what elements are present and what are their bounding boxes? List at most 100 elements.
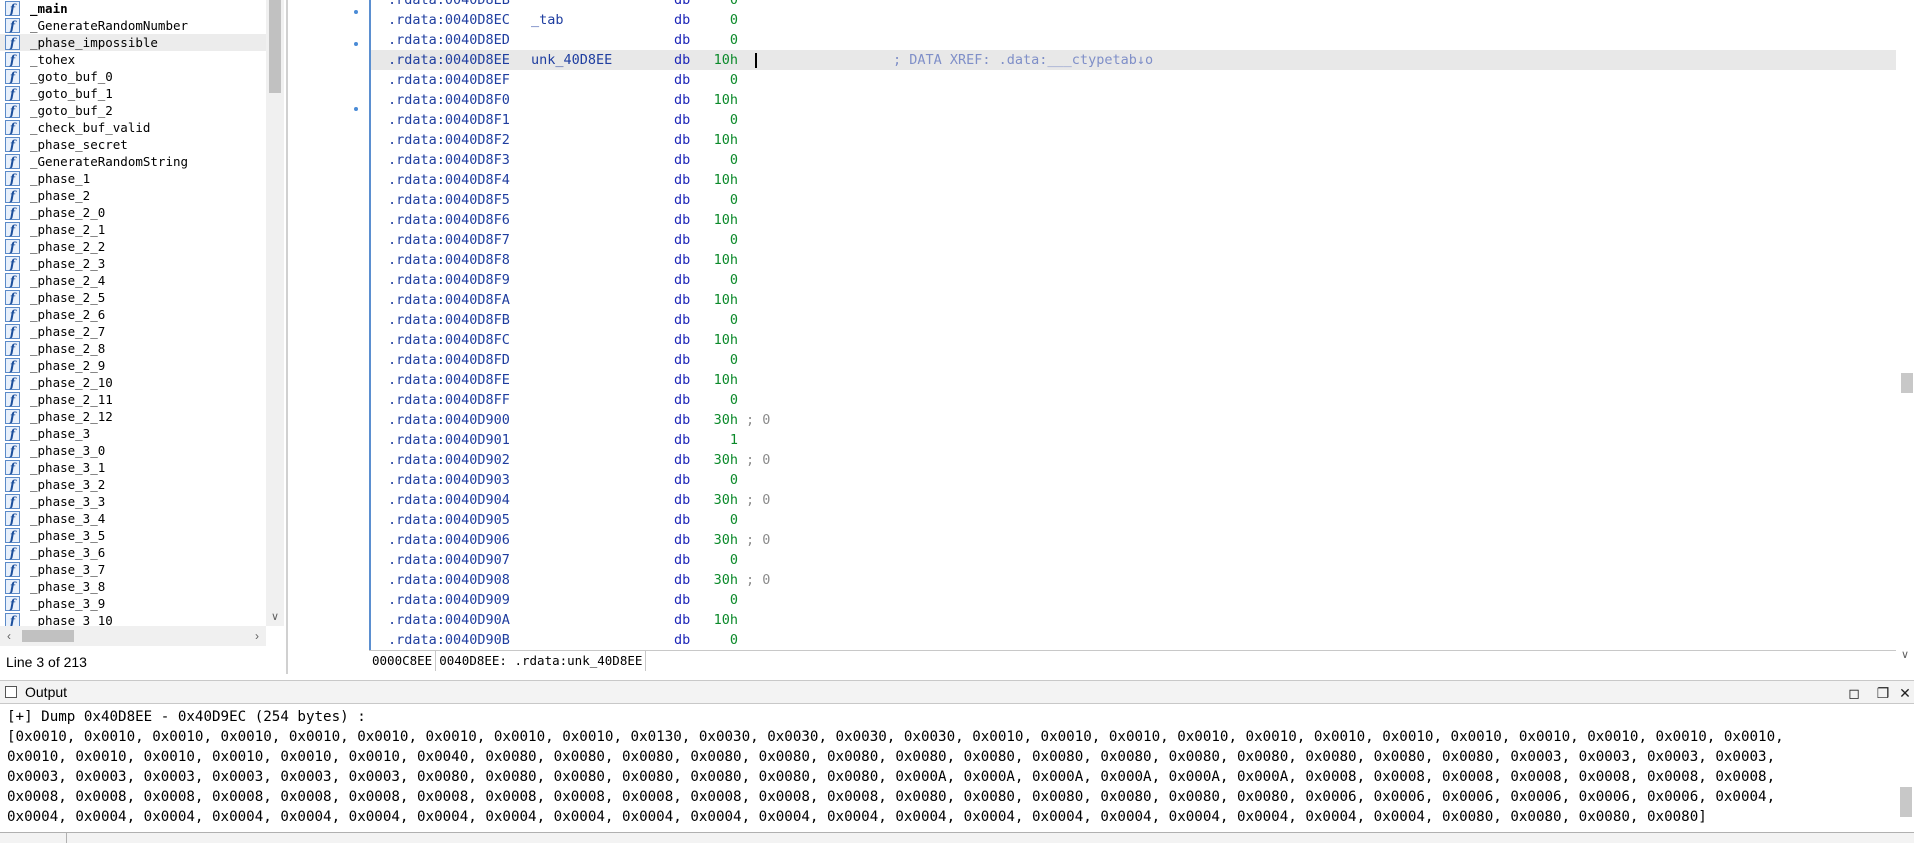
disassembly-line[interactable]: .rdata:0040D8FB db 0 xyxy=(388,310,738,330)
function-list-item[interactable]: f _phase_secret xyxy=(0,136,266,153)
disassembly-line[interactable]: .rdata:0040D8EC _tab db 0 xyxy=(388,10,738,30)
disassembly-line[interactable]: .rdata:0040D8FA db 10h xyxy=(388,290,738,310)
function-list-item[interactable]: f _phase_2_10 xyxy=(0,374,266,391)
disassembly-line[interactable]: .rdata:0040D909 db 0 xyxy=(388,590,738,610)
function-list-item[interactable]: f _phase_3_7 xyxy=(0,561,266,578)
output-vertical-scrollbar[interactable] xyxy=(1896,705,1914,831)
disassembly-line[interactable]: .rdata:0040D8EB db 0 xyxy=(388,0,738,10)
function-icon: f xyxy=(5,171,20,186)
function-list-item[interactable]: f _goto_buf_0 xyxy=(0,68,266,85)
disassembly-line[interactable]: .rdata:0040D902 db 30h ; 0 xyxy=(388,450,770,470)
scrollbar-thumb[interactable] xyxy=(22,630,74,642)
disassembly-line[interactable]: .rdata:0040D8F6 db 10h xyxy=(388,210,738,230)
disassembly-line[interactable]: .rdata:0040D8F2 db 10h xyxy=(388,130,738,150)
function-icon: f xyxy=(5,35,20,50)
function-list-item[interactable]: f _phase_3_6 xyxy=(0,544,266,561)
line-directive: db xyxy=(674,352,691,368)
disassembly-line[interactable]: .rdata:0040D8FD db 0 xyxy=(388,350,738,370)
disassembly-line[interactable]: .rdata:0040D8FF db 0 xyxy=(388,390,738,410)
function-list-horizontal-scrollbar[interactable]: ‹ › xyxy=(0,626,266,646)
line-directive: db xyxy=(674,0,691,8)
disassembly-line[interactable]: .rdata:0040D908 db 30h ; 0 xyxy=(388,570,770,590)
scrollbar-thumb[interactable] xyxy=(1900,787,1912,817)
panel-splitter[interactable] xyxy=(286,0,288,674)
function-list-item[interactable]: f _phase_2_3 xyxy=(0,255,266,272)
function-list-item[interactable]: f _phase_3_0 xyxy=(0,442,266,459)
function-list-item[interactable]: f _phase_3_4 xyxy=(0,510,266,527)
scroll-down-icon[interactable]: ∨ xyxy=(266,608,284,626)
disassembly-line[interactable]: .rdata:0040D8FC db 10h xyxy=(388,330,738,350)
scroll-left-icon[interactable]: ‹ xyxy=(0,626,18,646)
disassembly-line[interactable]: .rdata:0040D90A db 10h xyxy=(388,610,738,630)
disassembly-line[interactable]: .rdata:0040D907 db 0 xyxy=(388,550,738,570)
function-list-item[interactable]: f _goto_buf_2 xyxy=(0,102,266,119)
function-list-item[interactable]: f _phase_2_5 xyxy=(0,289,266,306)
function-name: _phase_2_4 xyxy=(30,273,106,288)
function-list-item[interactable]: f _goto_buf_1 xyxy=(0,85,266,102)
disassembly-view[interactable]: .rdata:0040D8EB db 0 .rdata:0040D8EC _tab db 0… xyxy=(369,0,1899,650)
function-list-item[interactable]: f _phase_2_12 xyxy=(0,408,266,425)
disassembly-line[interactable]: .rdata:0040D8EE unk_40D8EE db 10h ; DATA XRE… xyxy=(371,50,1899,70)
disassembly-line[interactable]: .rdata:0040D903 db 0 xyxy=(388,470,738,490)
function-list-item[interactable]: f _phase_2_0 xyxy=(0,204,266,221)
function-list-item[interactable]: f _tohex xyxy=(0,51,266,68)
disassembly-vertical-scrollbar[interactable]: ∨ xyxy=(1896,0,1914,670)
disassembly-line[interactable]: .rdata:0040D8F1 db 0 xyxy=(388,110,738,130)
function-list-item[interactable]: f _phase_3_2 xyxy=(0,476,266,493)
scrollbar-thumb[interactable] xyxy=(269,0,281,93)
disassembly-line[interactable]: .rdata:0040D901 db 1 xyxy=(388,430,738,450)
function-name: _phase_3_6 xyxy=(30,545,106,560)
function-list-item[interactable]: f _phase_3_8 xyxy=(0,578,266,595)
function-list-item[interactable]: f _phase_2_8 xyxy=(0,340,266,357)
disassembly-line[interactable]: .rdata:0040D8F9 db 0 xyxy=(388,270,738,290)
function-list-item[interactable]: f _phase_impossible xyxy=(0,34,266,51)
scroll-down-icon[interactable]: ∨ xyxy=(1896,648,1914,664)
function-list-item[interactable]: f _phase_3 xyxy=(0,425,266,442)
function-icon: f xyxy=(5,86,20,101)
function-list-item[interactable]: f _phase_2 xyxy=(0,187,266,204)
disassembly-line[interactable]: .rdata:0040D906 db 30h ; 0 xyxy=(388,530,770,550)
disassembly-line[interactable]: .rdata:0040D8F3 db 0 xyxy=(388,150,738,170)
function-list-item[interactable]: f _phase_3_9 xyxy=(0,595,266,612)
disassembly-line[interactable]: .rdata:0040D8EF db 0 xyxy=(388,70,738,90)
function-list-item[interactable]: f _phase_3_5 xyxy=(0,527,266,544)
file-offset: 0000C8EE xyxy=(369,651,437,671)
disassembly-line[interactable]: .rdata:0040D8F4 db 10h xyxy=(388,170,738,190)
disassembly-line[interactable]: .rdata:0040D90B db 0 xyxy=(388,630,738,650)
function-list-item[interactable]: f _GenerateRandomString xyxy=(0,153,266,170)
function-list-item[interactable]: f _main xyxy=(0,0,266,17)
data-xref-comment[interactable]: ; DATA XREF: .data:___ctypetab↓o xyxy=(893,50,1153,70)
disassembly-line[interactable]: .rdata:0040D8FE db 10h xyxy=(388,370,738,390)
function-list-vertical-scrollbar[interactable]: ∨ xyxy=(266,0,284,626)
function-list-item[interactable]: f _GenerateRandomNumber xyxy=(0,17,266,34)
line-directive: db xyxy=(674,232,691,248)
float-window-icon[interactable]: ❐ xyxy=(1872,682,1894,704)
function-list-item[interactable]: f _phase_2_7 xyxy=(0,323,266,340)
disassembly-line[interactable]: .rdata:0040D904 db 30h ; 0 xyxy=(388,490,770,510)
disassembly-line[interactable]: .rdata:0040D8F0 db 10h xyxy=(388,90,738,110)
function-list-item[interactable]: f _phase_2_4 xyxy=(0,272,266,289)
function-list-item[interactable]: f _phase_1 xyxy=(0,170,266,187)
disassembly-line[interactable]: .rdata:0040D905 db 0 xyxy=(388,510,738,530)
scrollbar-position-marker[interactable] xyxy=(1901,373,1913,393)
function-name: _goto_buf_2 xyxy=(30,103,113,118)
function-list-item[interactable]: f _phase_2_1 xyxy=(0,221,266,238)
function-list-item[interactable]: f _phase_2_11 xyxy=(0,391,266,408)
disassembly-line[interactable]: .rdata:0040D8F7 db 0 xyxy=(388,230,738,250)
function-list-item[interactable]: f _phase_3_10 xyxy=(0,612,266,626)
function-name: _phase_2_8 xyxy=(30,341,106,356)
function-list-item[interactable]: f _phase_2_6 xyxy=(0,306,266,323)
function-list-item[interactable]: f _phase_2_2 xyxy=(0,238,266,255)
scroll-right-icon[interactable]: › xyxy=(248,626,266,646)
disassembly-line[interactable]: .rdata:0040D8ED db 0 xyxy=(388,30,738,50)
disassembly-line[interactable]: .rdata:0040D900 db 30h ; 0 xyxy=(388,410,770,430)
function-list-item[interactable]: f _check_buf_valid xyxy=(0,119,266,136)
function-list-item[interactable]: f _phase_3_3 xyxy=(0,493,266,510)
disassembly-line[interactable]: .rdata:0040D8F5 db 0 xyxy=(388,190,738,210)
disassembly-line[interactable]: .rdata:0040D8F8 db 10h xyxy=(388,250,738,270)
function-list-item[interactable]: f _phase_2_9 xyxy=(0,357,266,374)
close-icon[interactable]: ✕ xyxy=(1894,682,1914,704)
maximize-icon[interactable]: ◻ xyxy=(1843,682,1865,704)
function-list-item[interactable]: f _phase_3_1 xyxy=(0,459,266,476)
output-text[interactable]: [+] Dump 0x40D8EE - 0x40D9EC (254 bytes)… xyxy=(0,707,1896,832)
